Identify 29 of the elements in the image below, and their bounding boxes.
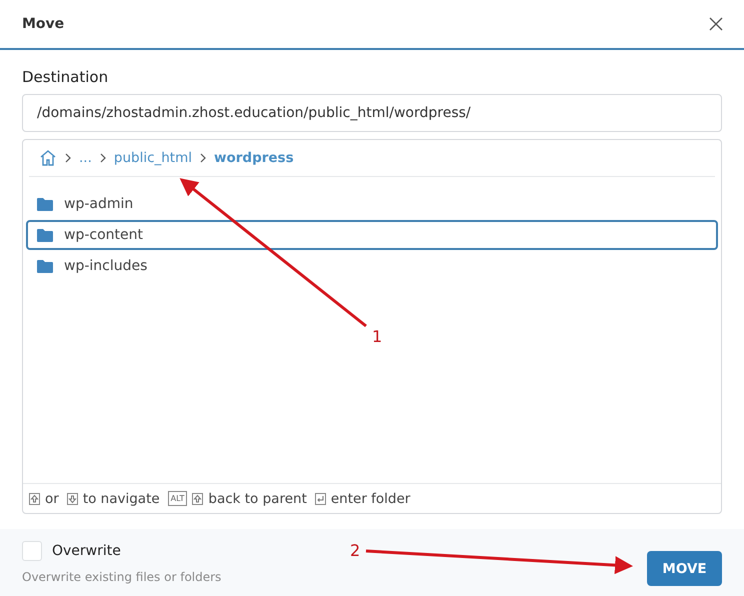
destination-field[interactable]: /domains/zhostadmin.zhost.education/public_html/wordpress/	[22, 94, 722, 132]
hint-text: back to parent	[208, 490, 307, 506]
annotation-number: 1	[372, 327, 382, 346]
folder-item[interactable]: wp-includes	[26, 251, 718, 281]
folder-icon	[36, 196, 54, 212]
overwrite-help: Overwrite existing files or folders	[22, 570, 222, 584]
home-icon[interactable]	[39, 149, 57, 167]
destination-label: Destination	[22, 68, 110, 86]
down-key-icon	[66, 492, 78, 504]
chevron-icon	[65, 153, 71, 163]
dialog-title: Move	[22, 16, 64, 32]
up-key-icon	[192, 492, 204, 504]
alt-key: ALT	[168, 491, 188, 506]
overwrite-checkbox[interactable]	[22, 541, 42, 561]
chevron-icon	[200, 153, 206, 163]
folder-icon	[36, 228, 54, 242]
hint-text: to navigate	[82, 490, 160, 506]
hint-text: or	[45, 490, 59, 506]
enter-key-icon	[314, 492, 326, 504]
hint-text: enter folder	[330, 490, 410, 506]
chevron-icon	[100, 153, 106, 163]
folder-item[interactable]: wp-admin	[26, 189, 718, 219]
folder-icon	[36, 258, 54, 274]
annotation-number: 2	[350, 541, 360, 560]
overwrite-label: Overwrite	[52, 543, 121, 559]
folder-item[interactable]: wp-content	[26, 220, 718, 250]
close-button[interactable]	[708, 16, 724, 32]
move-button[interactable]: MOVE	[647, 551, 722, 586]
up-key-icon	[29, 492, 40, 504]
